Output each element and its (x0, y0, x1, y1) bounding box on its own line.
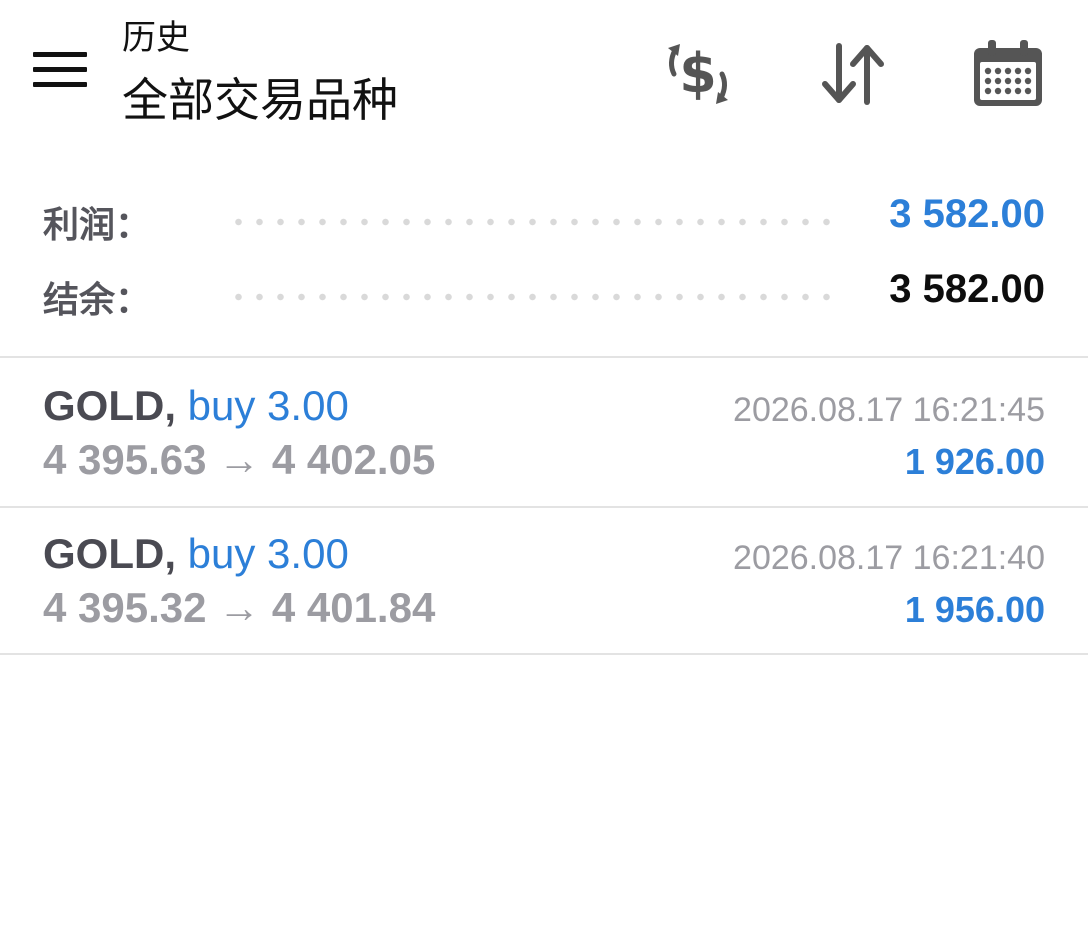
sort-button[interactable] (813, 34, 893, 114)
summary-balance-row: 结余： 3 582.00 (0, 263, 1088, 323)
menu-bar (33, 67, 87, 72)
dollar-exchange-icon: $ (668, 42, 728, 105)
trade-title: GOLD, buy 3.00 (43, 528, 349, 580)
trade-symbol: GOLD, (43, 382, 176, 429)
menu-bar (33, 52, 87, 57)
trade-time: 2026.08.17 16:21:40 (733, 539, 1045, 577)
trade-prices: 4 395.32 → 4 401.84 (43, 584, 436, 631)
balance-label: 结余： (43, 280, 152, 321)
trade-profit: 1 956.00 (904, 589, 1045, 630)
calendar-button[interactable] (968, 34, 1048, 114)
menu-bar (33, 82, 87, 87)
trade-title: GOLD, buy 3.00 (43, 380, 349, 432)
trade-time: 2026.08.17 16:21:45 (733, 391, 1045, 429)
summary-profit-row: 利润： 3 582.00 (0, 188, 1088, 248)
dotted-leader (228, 293, 838, 301)
app-header: 历史 全部交易品种 $ (0, 0, 1088, 150)
trade-symbol: GOLD, (43, 530, 176, 577)
trade-side: buy 3.00 (187, 382, 349, 429)
svg-text:$: $ (679, 42, 717, 105)
trade-row[interactable]: GOLD, buy 3.00 4 395.32 → 4 401.84 2026.… (0, 508, 1088, 654)
page-title[interactable]: 全部交易品种 (122, 70, 398, 130)
trade-row[interactable]: GOLD, buy 3.00 4 395.63 → 4 402.05 2026.… (0, 360, 1088, 506)
trade-profit: 1 926.00 (904, 441, 1045, 482)
profit-value: 3 582.00 (889, 192, 1045, 236)
deposit-button[interactable]: $ (658, 34, 738, 114)
menu-icon[interactable] (33, 52, 87, 90)
calendar-icon (974, 40, 1042, 106)
trade-prices: 4 395.63 → 4 402.05 (43, 436, 436, 483)
dotted-leader (228, 218, 838, 226)
divider (0, 356, 1088, 358)
profit-label: 利润： (43, 205, 152, 246)
sort-arrows-icon (822, 43, 884, 105)
balance-value: 3 582.00 (889, 267, 1045, 311)
trade-side: buy 3.00 (187, 530, 349, 577)
divider (0, 653, 1088, 655)
page-subtitle: 历史 (122, 18, 190, 58)
